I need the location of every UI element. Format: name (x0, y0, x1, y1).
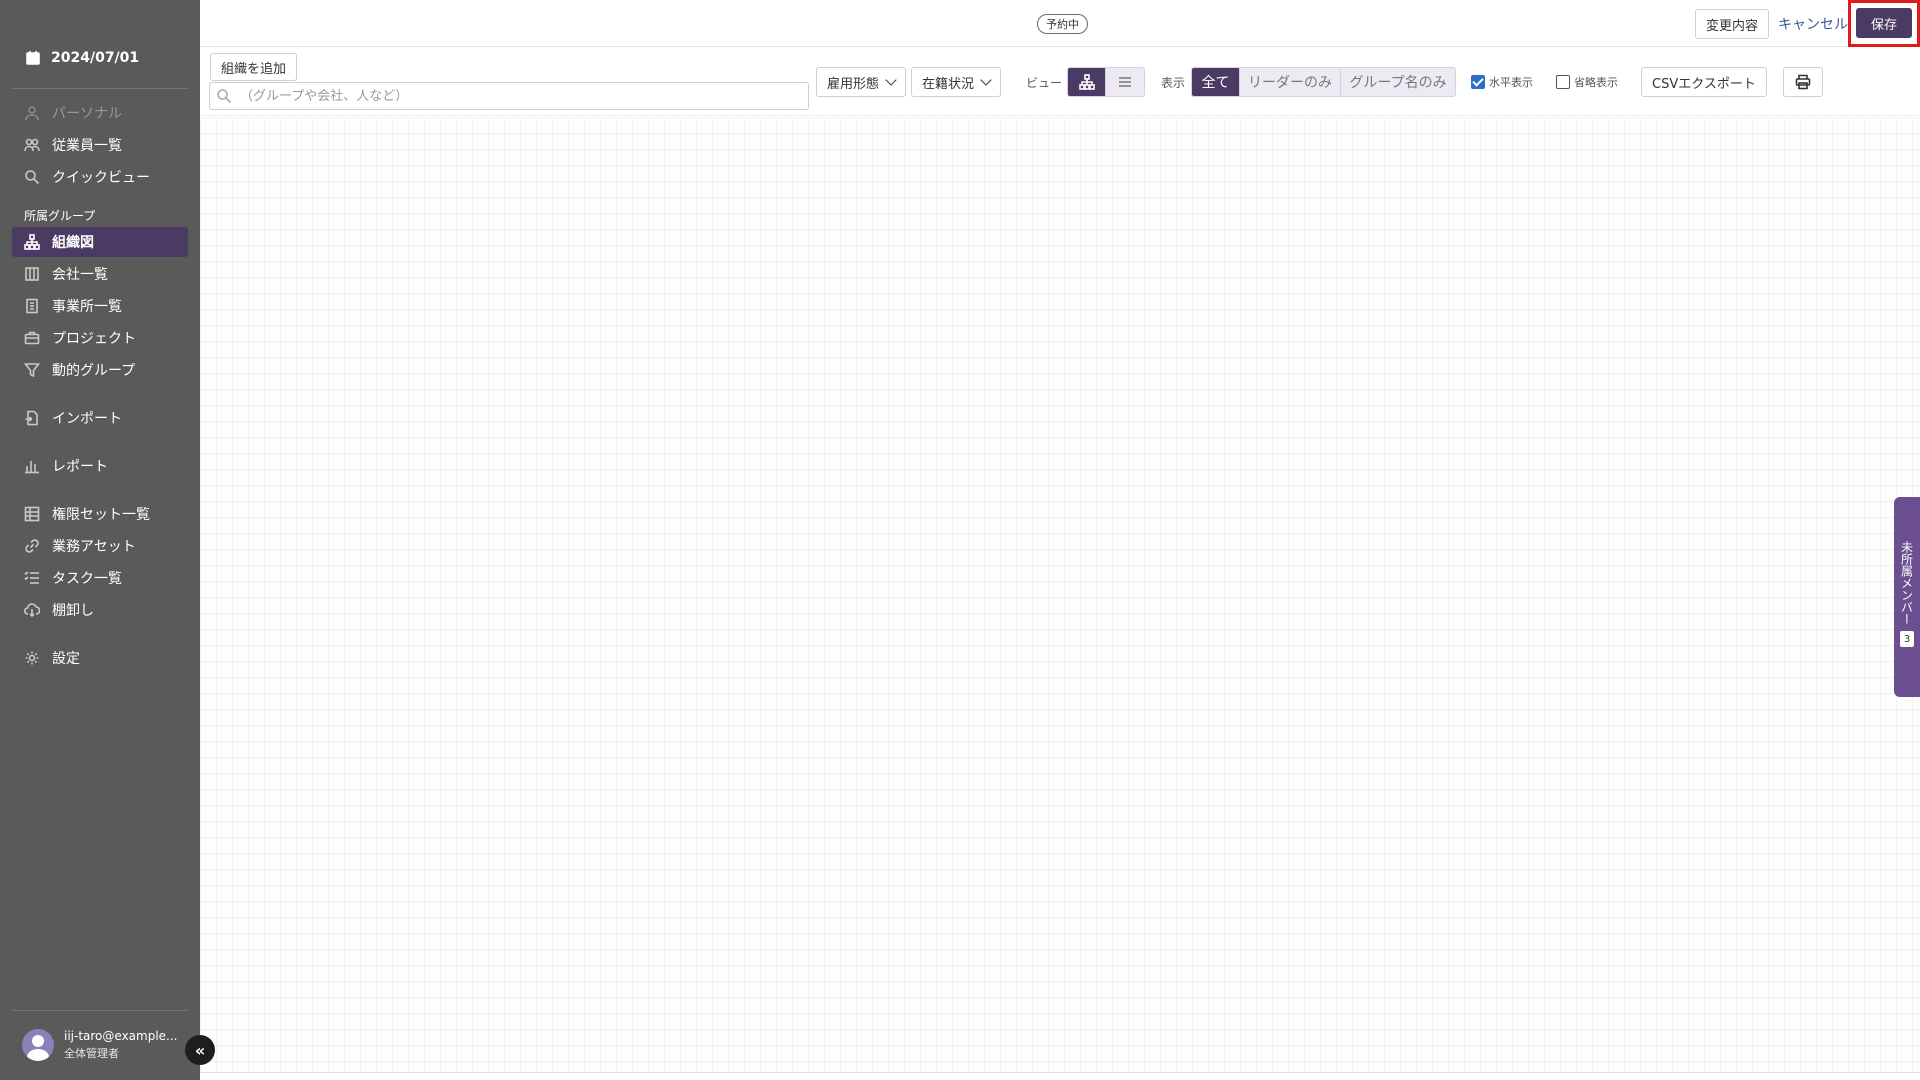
sidebar-item-quickview[interactable]: クイックビュー (12, 162, 188, 192)
sidebar-item-projects[interactable]: プロジェクト (12, 323, 188, 353)
search-input[interactable] (240, 88, 780, 104)
import-icon (24, 410, 40, 426)
display-group-names-option[interactable]: グループ名のみ (1341, 68, 1455, 96)
employment-type-label: 雇用形態 (827, 76, 880, 92)
people-icon (24, 137, 40, 153)
view-label: ビュー (1026, 76, 1063, 90)
sidebar-item-companies[interactable]: 会社一覧 (12, 259, 188, 289)
display-leaders-option[interactable]: リーダーのみ (1240, 68, 1341, 96)
sidebar-item-dynamic-groups[interactable]: 動的グループ (12, 355, 188, 385)
chevron-down-icon (885, 74, 897, 86)
collapse-sidebar-button[interactable]: « (185, 1035, 215, 1065)
sidebar-item-inventory[interactable]: 棚卸し (12, 595, 188, 625)
horizontal-display-checkbox[interactable]: 水平表示 (1471, 74, 1533, 90)
toolbar: 組織を追加 雇用形態 在籍状況 ビュー 表示 全て リーダーのみ グループ名のみ… (200, 48, 1920, 116)
compact-display-checkbox[interactable]: 省略表示 (1556, 74, 1618, 90)
compact-display-label: 省略表示 (1574, 76, 1618, 89)
briefcase-icon (24, 330, 40, 346)
print-button[interactable] (1783, 67, 1823, 97)
cloud-download-icon (24, 602, 40, 618)
top-bar: 予約中 変更内容 キャンセル 保存 (200, 0, 1920, 47)
gear-icon (24, 650, 40, 666)
sidebar-item-label: タスク一覧 (52, 571, 122, 587)
sidebar-item-label: 設定 (52, 651, 80, 667)
sidebar: 2024/07/01 パーソナル 従業員一覧 クイックビュー 所属グループ 組織… (0, 0, 200, 1080)
chevrons-left-icon: « (194, 1040, 206, 1060)
user-role: 全体管理者 (64, 1047, 119, 1060)
org-chart-icon (1078, 74, 1095, 90)
display-filter: 全て リーダーのみ グループ名のみ (1191, 67, 1456, 97)
calendar-icon (25, 50, 41, 66)
chevron-down-icon (980, 74, 992, 86)
org-chart-icon (24, 234, 40, 250)
search-field[interactable] (209, 82, 809, 110)
display-label: 表示 (1161, 76, 1186, 90)
sidebar-item-label: 従業員一覧 (52, 138, 122, 154)
add-organization-button[interactable]: 組織を追加 (210, 53, 298, 81)
sidebar-item-label: 動的グループ (52, 363, 136, 379)
office-icon (24, 298, 40, 314)
user-email: iij-taro@example... (64, 1029, 178, 1043)
building-icon (24, 266, 40, 282)
unassigned-count-badge: 3 (1900, 631, 1914, 647)
filter-icon (24, 362, 40, 378)
sidebar-divider (12, 88, 188, 89)
sidebar-section-groups: 所属グループ (24, 209, 96, 223)
view-chart-button[interactable] (1068, 68, 1106, 96)
cancel-button[interactable]: キャンセル (1778, 9, 1848, 39)
sidebar-item-label: インポート (52, 411, 122, 427)
link-icon (24, 538, 40, 554)
csv-export-button[interactable]: CSVエクスポート (1641, 67, 1767, 97)
sidebar-item-label: 組織図 (52, 235, 94, 251)
search-icon (24, 169, 40, 185)
canvas-bottom-border (200, 1072, 1920, 1073)
task-list-icon (24, 570, 40, 586)
sidebar-item-label: 棚卸し (52, 603, 94, 619)
display-all-option[interactable]: 全て (1192, 68, 1240, 96)
save-button[interactable]: 保存 (1856, 8, 1912, 38)
employment-type-dropdown[interactable]: 雇用形態 (816, 67, 907, 97)
sidebar-item-reports[interactable]: レポート (12, 451, 188, 481)
avatar (22, 1029, 54, 1061)
org-chart-canvas[interactable] (200, 117, 1920, 1072)
current-date[interactable]: 2024/07/01 (25, 50, 139, 66)
sidebar-item-offices[interactable]: 事業所一覧 (12, 291, 188, 321)
search-icon (216, 88, 232, 104)
sidebar-item-label: 会社一覧 (52, 267, 108, 283)
sidebar-item-label: 事業所一覧 (52, 299, 122, 315)
sidebar-item-assets[interactable]: 業務アセット (12, 531, 188, 561)
printer-icon (1795, 74, 1811, 90)
status-badge: 予約中 (1037, 14, 1088, 34)
current-date-label: 2024/07/01 (51, 50, 140, 66)
changes-button[interactable]: 変更内容 (1695, 9, 1770, 39)
sidebar-item-label: クイックビュー (52, 170, 150, 186)
sidebar-item-settings[interactable]: 設定 (12, 643, 188, 673)
user-menu[interactable]: iij-taro@example... 全体管理者 (12, 1010, 188, 1080)
sidebar-item-label: 業務アセット (52, 539, 136, 555)
unassigned-members-tab[interactable]: 未所属メンバー 3 (1894, 497, 1920, 697)
checkbox-checked[interactable] (1471, 75, 1485, 89)
enrollment-status-dropdown[interactable]: 在籍状況 (911, 67, 1002, 97)
user-meta: iij-taro@example... 全体管理者 (64, 1029, 178, 1061)
sidebar-item-label: パーソナル (52, 106, 122, 122)
view-toggle (1067, 67, 1145, 97)
bar-chart-icon (24, 458, 40, 474)
sidebar-item-personal[interactable]: パーソナル (12, 98, 188, 128)
sidebar-item-import[interactable]: インポート (12, 403, 188, 433)
sidebar-item-label: プロジェクト (52, 331, 136, 347)
sidebar-item-label: 権限セット一覧 (52, 507, 150, 523)
checkbox-unchecked[interactable] (1556, 75, 1570, 89)
sidebar-item-permission-sets[interactable]: 権限セット一覧 (12, 499, 188, 529)
person-icon (24, 105, 40, 121)
sidebar-item-tasks[interactable]: タスク一覧 (12, 563, 188, 593)
sidebar-item-employees[interactable]: 従業員一覧 (12, 130, 188, 160)
sidebar-item-label: レポート (52, 459, 108, 475)
view-list-button[interactable] (1106, 68, 1144, 96)
horizontal-display-label: 水平表示 (1489, 76, 1533, 89)
list-icon (1119, 77, 1131, 87)
enrollment-status-label: 在籍状況 (922, 76, 975, 92)
unassigned-members-label: 未所属メンバー (1899, 541, 1914, 625)
sidebar-item-org-chart[interactable]: 組織図 (12, 227, 188, 257)
grid-icon (24, 506, 40, 522)
